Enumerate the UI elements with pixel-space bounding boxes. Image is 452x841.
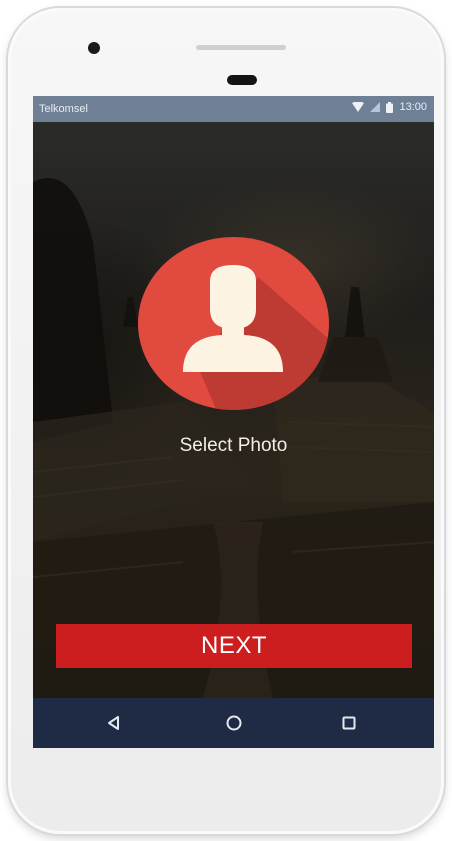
home-button[interactable] <box>221 710 247 736</box>
wifi-icon <box>352 102 365 112</box>
android-navigation-bar <box>33 698 434 748</box>
carrier-name: Telkomsel <box>39 103 88 115</box>
back-button[interactable] <box>101 710 127 736</box>
home-icon <box>226 715 242 731</box>
app-screen: Telkomsel 13:00 Select Photo NEXT <box>33 96 434 748</box>
front-camera <box>88 42 100 54</box>
person-silhouette-icon <box>138 237 329 410</box>
recents-icon <box>342 716 356 730</box>
battery-icon <box>386 101 394 113</box>
status-icons: 13:00 <box>352 101 427 113</box>
next-button[interactable]: NEXT <box>56 624 412 668</box>
earpiece-speaker <box>196 45 286 50</box>
select-photo-avatar-button[interactable] <box>138 237 329 410</box>
status-bar: Telkomsel 13:00 <box>33 96 434 122</box>
recents-button[interactable] <box>336 710 362 736</box>
select-photo-label[interactable]: Select Photo <box>33 435 434 457</box>
back-icon <box>108 716 119 730</box>
signal-icon <box>370 102 381 112</box>
clock: 13:00 <box>399 101 427 113</box>
proximity-sensor <box>227 75 257 85</box>
